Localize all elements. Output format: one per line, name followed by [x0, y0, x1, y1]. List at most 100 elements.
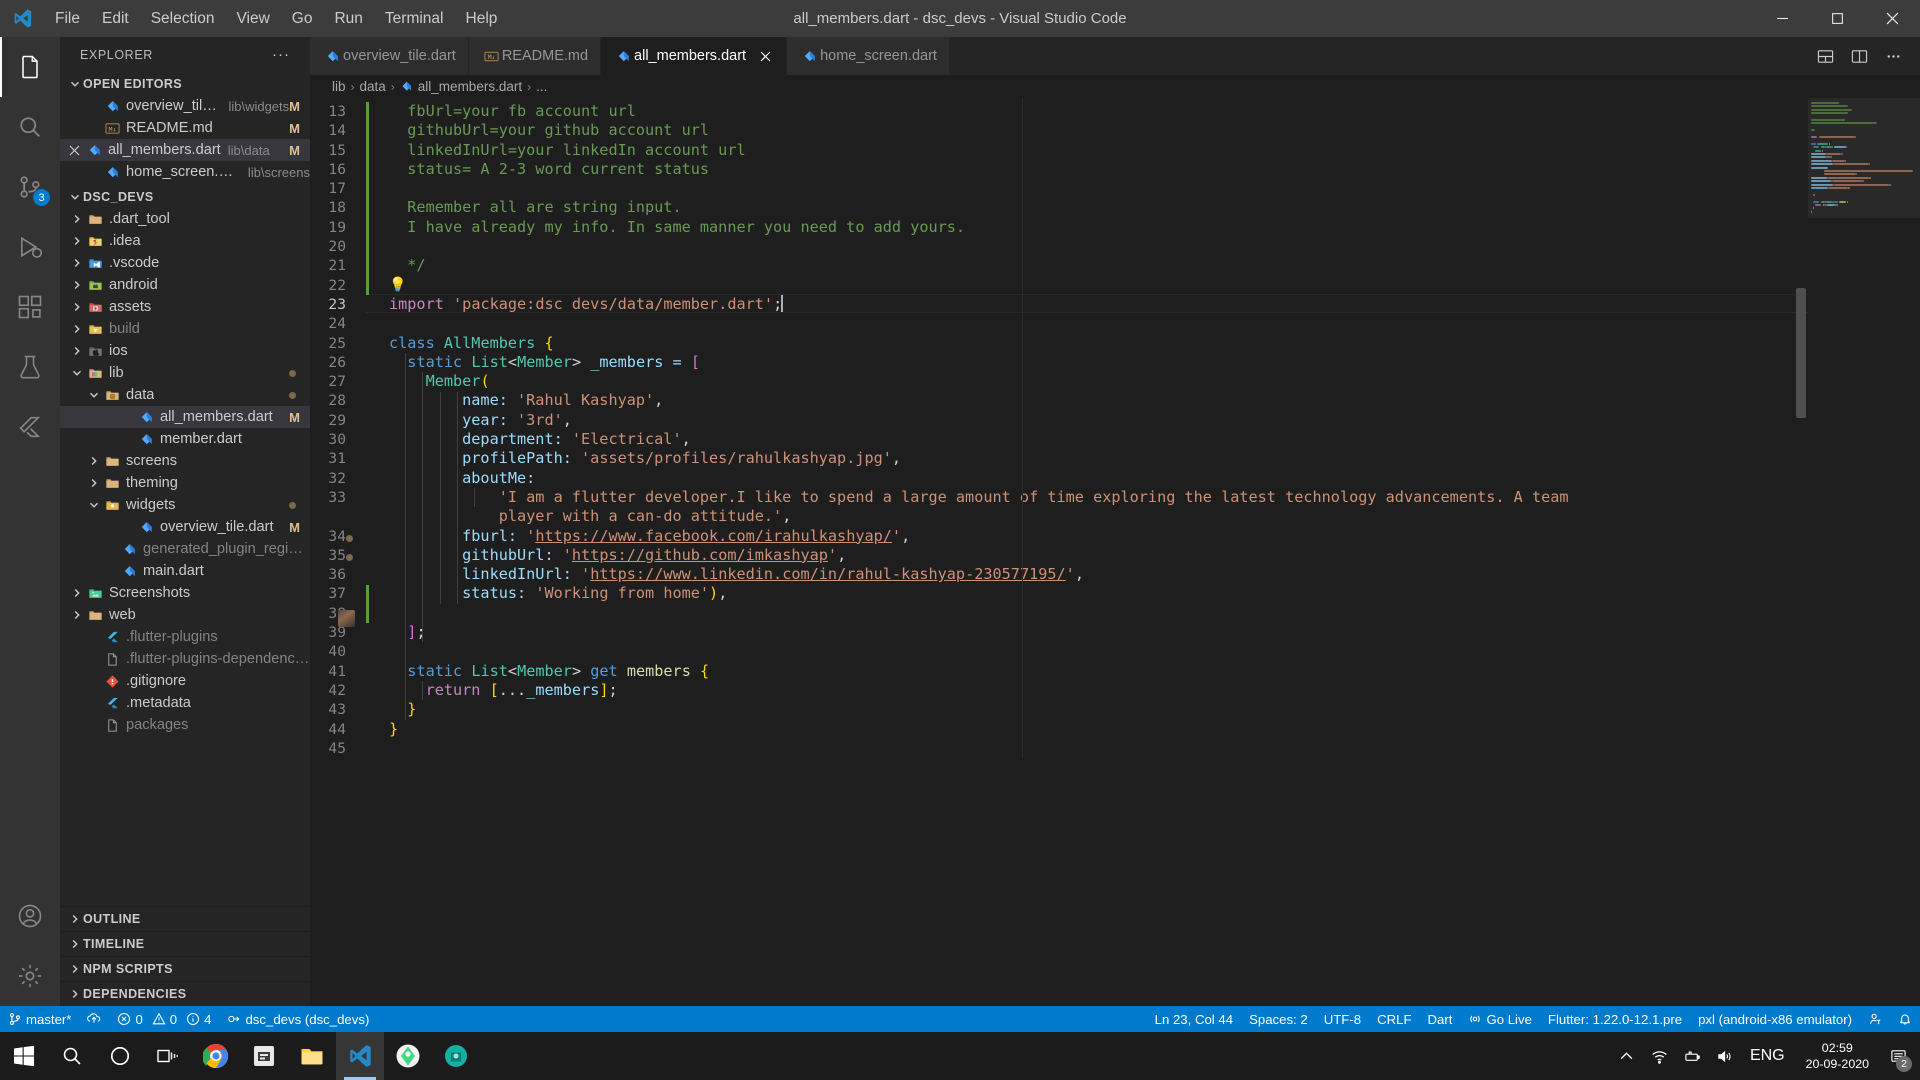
status-device-selector[interactable]: pxl (android-x86 emulator) [1690, 1012, 1860, 1027]
activity-source-control-icon[interactable]: 3 [0, 157, 60, 217]
wifi-icon[interactable] [1644, 1032, 1675, 1080]
tree-item[interactable]: ios [60, 340, 310, 362]
code-line[interactable]: 24 [310, 314, 1808, 333]
tab-readme[interactable]: M↓ README.md [469, 37, 601, 75]
open-editor-item[interactable]: M↓ README.md M [60, 117, 310, 139]
menu-view[interactable]: View [225, 0, 280, 37]
close-icon[interactable] [64, 145, 84, 156]
code-line[interactable]: player with a can-do attitude.', [310, 507, 1808, 526]
panel-outline[interactable]: OUTLINE [60, 906, 310, 931]
code-line[interactable]: 38 [310, 604, 1808, 623]
code-line[interactable]: 44} [310, 720, 1808, 739]
tree-item[interactable]: .flutter-plugins-dependencies [60, 648, 310, 670]
tree-item[interactable]: overview_tile.dartM [60, 516, 310, 538]
menu-terminal[interactable]: Terminal [374, 0, 455, 37]
code-line[interactable]: 28 name: 'Rahul Kashyap', [310, 391, 1808, 410]
code-line[interactable]: 19 I have already my info. In same manne… [310, 218, 1808, 237]
tree-item[interactable]: theming [60, 472, 310, 494]
breadcrumb-file[interactable]: all_members.dart [418, 79, 522, 94]
menu-edit[interactable]: Edit [91, 0, 140, 37]
status-sync[interactable] [79, 1006, 109, 1032]
tree-item[interactable]: Screenshots [60, 582, 310, 604]
status-branch[interactable]: master* [0, 1006, 79, 1032]
task-view-icon[interactable] [144, 1032, 192, 1080]
split-editor-right-icon[interactable] [1844, 41, 1874, 71]
code-line[interactable]: 40 [310, 642, 1808, 661]
activity-settings-gear-icon[interactable] [0, 946, 60, 1006]
activity-flutter-icon[interactable] [0, 397, 60, 457]
code-content[interactable]: 13 fbUrl=your fb account url14 githubUrl… [310, 98, 1808, 758]
panel-npm-scripts[interactable]: NPM SCRIPTS [60, 956, 310, 981]
menu-help[interactable]: Help [455, 0, 509, 37]
code-line[interactable]: 27 Member( [310, 372, 1808, 391]
code-line[interactable]: 42 return [..._members]; [310, 681, 1808, 700]
code-line[interactable]: 43 } [310, 700, 1808, 719]
open-editor-item[interactable]: overview_tile.dart lib\widgets M [60, 95, 310, 117]
code-editor[interactable]: 13 fbUrl=your fb account url14 githubUrl… [310, 98, 1920, 1006]
code-line[interactable]: 22💡 [310, 276, 1808, 295]
status-notifications[interactable] [1890, 1012, 1920, 1026]
status-cursor-position[interactable]: Ln 23, Col 44 [1147, 1012, 1241, 1027]
code-line[interactable]: 30 department: 'Electrical', [310, 430, 1808, 449]
tree-item[interactable]: packages [60, 714, 310, 736]
code-line[interactable]: 45 [310, 739, 1808, 758]
code-line[interactable]: 17 [310, 179, 1808, 198]
code-line[interactable]: 15 linkedInUrl=your linkedIn account url [310, 141, 1808, 160]
maximize-button[interactable] [1810, 0, 1865, 37]
tree-item[interactable]: .idea [60, 230, 310, 252]
breadcrumb-data[interactable]: data [360, 79, 386, 94]
activity-explorer-icon[interactable] [0, 37, 60, 97]
code-line[interactable]: 14 githubUrl=your github account url [310, 121, 1808, 140]
status-flutter-project[interactable]: dsc_devs (dsc_devs) [219, 1006, 377, 1032]
code-line[interactable]: 18 Remember all are string input. [310, 198, 1808, 217]
taskbar-vscode-icon[interactable] [336, 1032, 384, 1080]
code-line[interactable]: 37 status: 'Working from home'), [310, 584, 1808, 603]
activity-accounts-icon[interactable] [0, 886, 60, 946]
notification-center-icon[interactable]: 2 [1883, 1032, 1914, 1080]
code-line[interactable]: 35 githubUrl: 'https://github.com/imkash… [310, 546, 1808, 565]
start-button[interactable] [0, 1032, 48, 1080]
panel-dependencies[interactable]: DEPENDENCIES [60, 981, 310, 1006]
tree-item[interactable]: main.dart [60, 560, 310, 582]
code-line[interactable]: 36 linkedInUrl: 'https://www.linkedin.co… [310, 565, 1808, 584]
tree-item[interactable]: widgets [60, 494, 310, 516]
status-indentation[interactable]: Spaces: 2 [1241, 1012, 1316, 1027]
minimap[interactable] [1808, 98, 1920, 1006]
code-line[interactable]: 39 ]; [310, 623, 1808, 642]
panel-timeline[interactable]: TIMELINE [60, 931, 310, 956]
tab-overview-tile[interactable]: overview_tile.dart [310, 37, 469, 75]
tree-item[interactable]: .dart_tool [60, 208, 310, 230]
status-feedback[interactable] [1860, 1012, 1890, 1026]
taskbar-emulator-icon[interactable] [432, 1032, 480, 1080]
tree-item[interactable]: screens [60, 450, 310, 472]
editor-vertical-scrollbar[interactable] [1794, 98, 1808, 1006]
status-encoding[interactable]: UTF-8 [1316, 1012, 1369, 1027]
menu-file[interactable]: File [44, 0, 91, 37]
breadcrumb-more[interactable]: ... [536, 79, 547, 94]
code-line[interactable]: 33 'I am a flutter developer.I like to s… [310, 488, 1808, 507]
section-open-editors[interactable]: OPEN EDITORS [60, 72, 310, 95]
code-scroll-area[interactable]: 13 fbUrl=your fb account url14 githubUrl… [310, 98, 1808, 1006]
code-line[interactable]: 29 year: '3rd', [310, 411, 1808, 430]
code-line[interactable]: 20 [310, 237, 1808, 256]
tab-home-screen[interactable]: home_screen.dart [787, 37, 950, 75]
tab-all-members[interactable]: all_members.dart [601, 37, 787, 75]
tree-item[interactable]: .metadata [60, 692, 310, 714]
activity-run-debug-icon[interactable] [0, 217, 60, 277]
tree-item[interactable]: all_members.dartM [60, 406, 310, 428]
clock[interactable]: 02:59 20-09-2020 [1794, 1032, 1881, 1080]
open-editor-item[interactable]: home_screen.dart lib\screens [60, 161, 310, 183]
lightbulb-icon[interactable]: 💡 [389, 277, 406, 293]
code-line[interactable]: 25class AllMembers { [310, 334, 1808, 353]
activity-extensions-icon[interactable] [0, 277, 60, 337]
taskbar-search-icon[interactable] [48, 1032, 96, 1080]
activity-search-icon[interactable] [0, 97, 60, 157]
scrollbar-thumb[interactable] [1796, 288, 1806, 418]
split-editor-layout-icon[interactable] [1810, 41, 1840, 71]
language-indicator[interactable]: ENG [1743, 1032, 1792, 1080]
more-actions-icon[interactable] [1878, 41, 1908, 71]
code-line[interactable]: 21 */ [310, 256, 1808, 275]
code-line[interactable]: 41 static List<Member> get members { [310, 662, 1808, 681]
status-language-mode[interactable]: Dart [1420, 1012, 1461, 1027]
tree-item[interactable]: build [60, 318, 310, 340]
